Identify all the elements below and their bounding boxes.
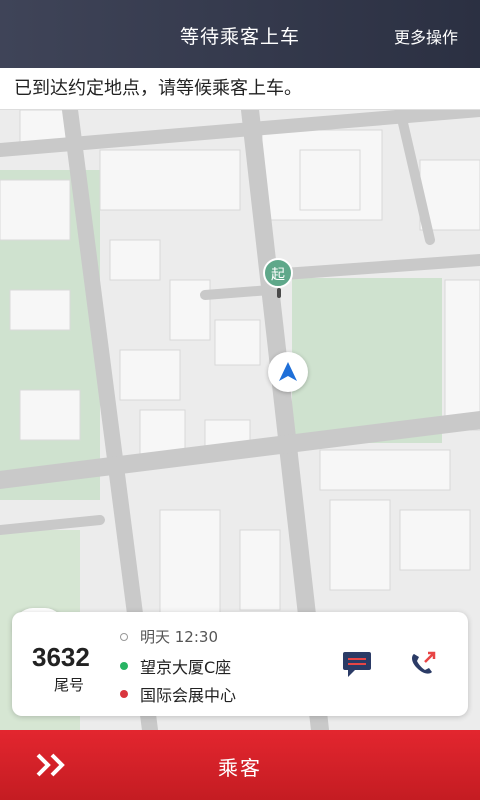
origin-row: 望京大厦C座 xyxy=(120,654,231,678)
building xyxy=(119,349,181,401)
building xyxy=(214,319,261,366)
building xyxy=(169,279,211,341)
building xyxy=(399,509,471,571)
slide-action-label: 乘客 xyxy=(218,756,262,780)
park-area-east xyxy=(292,278,442,443)
building xyxy=(329,499,391,591)
origin-address: 望京大厦C座 xyxy=(140,658,232,677)
origin-dot-icon xyxy=(120,662,128,670)
slide-action-bar[interactable]: 乘客 xyxy=(0,730,480,800)
order-card: 3632 尾号 明天 12:30 望京大厦C座 国际会展中心 xyxy=(12,612,468,716)
clock-icon xyxy=(120,632,128,641)
pickup-time-row: 明天 12:30 xyxy=(120,626,218,647)
current-location-arrow xyxy=(268,352,308,392)
building xyxy=(444,279,480,431)
building xyxy=(9,289,71,331)
passenger-tail-number: 3632 xyxy=(32,642,90,672)
status-notice: 已到达约定地点，请等候乘客上车。 xyxy=(0,68,480,110)
destination-dot-icon xyxy=(120,690,128,698)
phone-icon xyxy=(412,651,436,674)
call-button[interactable] xyxy=(408,650,438,678)
navigation-arrow-icon xyxy=(279,362,297,381)
destination-row: 国际会展中心 xyxy=(120,682,236,706)
building xyxy=(99,149,241,211)
pickup-time: 明天 12:30 xyxy=(140,628,218,646)
building xyxy=(299,149,361,211)
building xyxy=(0,179,71,241)
pickup-start-marker[interactable]: 起 xyxy=(263,258,295,298)
top-bar: 等待乘客上车 更多操作 xyxy=(0,0,480,68)
road-loop xyxy=(200,285,275,300)
more-actions-button[interactable]: 更多操作 xyxy=(394,24,458,48)
tail-number-label: 尾号 xyxy=(54,676,85,694)
building xyxy=(19,389,81,441)
building xyxy=(319,449,451,491)
start-marker-label: 起 xyxy=(263,258,293,288)
pin-stem xyxy=(277,288,281,298)
message-icon xyxy=(343,652,371,677)
building xyxy=(239,529,281,611)
road-southwest xyxy=(0,515,105,535)
building xyxy=(109,239,161,281)
destination-address: 国际会展中心 xyxy=(140,686,237,705)
road-east-branch xyxy=(264,254,480,281)
message-button[interactable] xyxy=(342,650,372,678)
